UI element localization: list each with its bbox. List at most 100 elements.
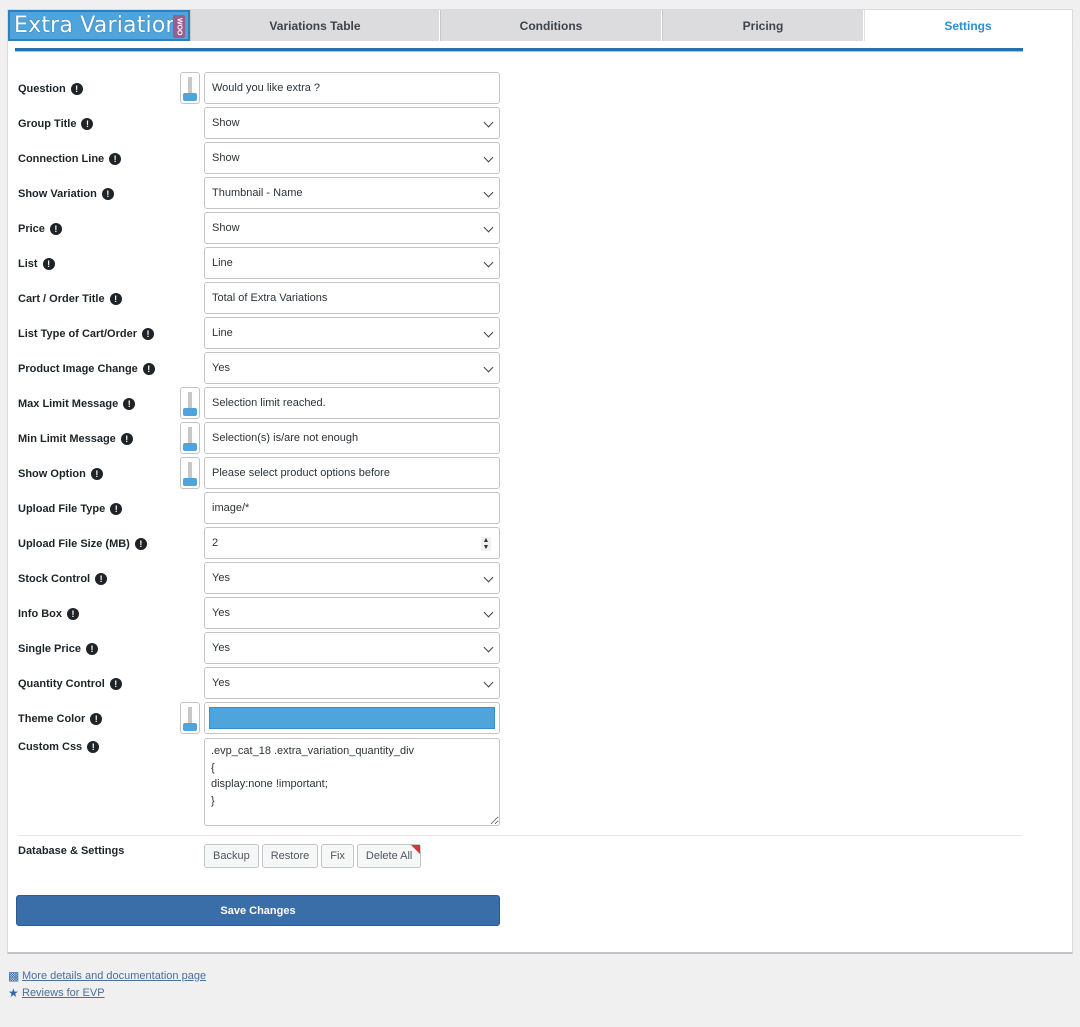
stock-control-select[interactable]: Yes bbox=[204, 562, 500, 594]
info-icon[interactable]: ! bbox=[110, 502, 123, 515]
chevron-down-icon bbox=[483, 152, 494, 163]
slider-knob[interactable] bbox=[183, 443, 197, 451]
info-icon[interactable]: ! bbox=[49, 222, 62, 235]
field-label: Group Title! bbox=[18, 107, 94, 140]
info-icon[interactable]: ! bbox=[67, 607, 79, 620]
show-variation-select[interactable]: Thumbnail - Name bbox=[204, 177, 500, 209]
min-limit-message-input[interactable]: Selection(s) is/are not enough bbox=[204, 422, 500, 454]
visibility-slider-toggle[interactable] bbox=[180, 702, 200, 734]
field-label: Theme Color! bbox=[18, 702, 103, 735]
info-icon[interactable]: ! bbox=[123, 397, 136, 410]
logo-text: Extra Variation bbox=[14, 12, 180, 38]
slider-knob[interactable] bbox=[183, 478, 197, 486]
color-swatch[interactable] bbox=[209, 707, 495, 729]
field-value: Total of Extra Variations bbox=[212, 292, 328, 304]
chevron-down-icon bbox=[483, 642, 494, 653]
field-label: Connection Line! bbox=[18, 142, 122, 175]
info-icon[interactable]: ! bbox=[87, 741, 100, 753]
tab-bar: Extra Variation WOO Variations Table Con… bbox=[8, 10, 1074, 41]
field-value: Yes bbox=[212, 677, 230, 689]
info-box-select[interactable]: Yes bbox=[204, 597, 500, 629]
chevron-down-icon bbox=[483, 257, 494, 268]
field-value: Please select product options before bbox=[212, 467, 390, 479]
fix-button[interactable]: Fix bbox=[321, 844, 354, 868]
footer-links: ▩ More details and documentation page ★ … bbox=[8, 968, 206, 1002]
info-icon[interactable]: ! bbox=[81, 117, 94, 130]
chevron-down-icon bbox=[483, 572, 494, 583]
info-icon[interactable]: ! bbox=[109, 677, 122, 690]
field-label: List! bbox=[18, 247, 55, 280]
field-value: image/* bbox=[212, 502, 250, 514]
backup-button[interactable]: Backup bbox=[204, 844, 259, 868]
visibility-slider-toggle[interactable] bbox=[180, 72, 200, 104]
question-input[interactable]: Would you like extra ? bbox=[204, 72, 500, 104]
logo: Extra Variation WOO bbox=[8, 10, 190, 41]
min-limit-message-label: Min Limit Message bbox=[18, 432, 116, 445]
group-title-select[interactable]: Show bbox=[204, 107, 500, 139]
quantity-control-select[interactable]: Yes bbox=[204, 667, 500, 699]
theme-color-picker[interactable] bbox=[204, 702, 500, 734]
slider-knob[interactable] bbox=[183, 93, 197, 101]
slider-knob[interactable] bbox=[183, 723, 197, 731]
number-spinner-icon[interactable]: ▲ ▼ bbox=[481, 537, 491, 551]
field-label: Single Price! bbox=[18, 632, 98, 665]
upload-file-size-mb-input[interactable]: 2 ▲ ▼ bbox=[204, 527, 500, 559]
connection-line-select[interactable]: Show bbox=[204, 142, 500, 174]
tab-conditions[interactable]: Conditions bbox=[440, 10, 662, 41]
field-value: Show bbox=[212, 152, 240, 164]
show-option-input[interactable]: Please select product options before bbox=[204, 457, 500, 489]
info-icon[interactable]: ! bbox=[142, 362, 155, 375]
single-price-select[interactable]: Yes bbox=[204, 632, 500, 664]
visibility-slider-toggle[interactable] bbox=[180, 387, 200, 419]
info-icon[interactable]: ! bbox=[141, 327, 154, 340]
delete-all-button[interactable]: Delete All bbox=[356, 844, 422, 868]
info-icon[interactable]: ! bbox=[134, 537, 147, 550]
reviews-link[interactable]: Reviews for EVP bbox=[22, 985, 105, 1002]
field-value: Yes bbox=[212, 572, 230, 584]
tab-underline bbox=[15, 48, 1023, 52]
upload-file-type-input[interactable]: image/* bbox=[204, 492, 500, 524]
restore-button[interactable]: Restore bbox=[261, 844, 319, 868]
info-icon[interactable]: ! bbox=[101, 187, 114, 200]
documentation-link[interactable]: More details and documentation page bbox=[22, 968, 206, 985]
save-changes-button[interactable]: Save Changes bbox=[16, 895, 500, 926]
setting-row-min-limit-message: Min Limit Message! Selection(s) is/are no… bbox=[18, 422, 518, 455]
cart-order-title-input[interactable]: Total of Extra Variations bbox=[204, 282, 500, 314]
max-limit-message-input[interactable]: Selection limit reached. bbox=[204, 387, 500, 419]
chevron-down-icon bbox=[483, 607, 494, 618]
product-image-change-select[interactable]: Yes bbox=[204, 352, 500, 384]
field-value: Show bbox=[212, 222, 240, 234]
list-select[interactable]: Line bbox=[204, 247, 500, 279]
info-icon[interactable]: ! bbox=[42, 257, 55, 270]
visibility-slider-toggle[interactable] bbox=[180, 422, 200, 454]
group-title-label: Group Title bbox=[18, 117, 77, 130]
info-icon[interactable]: ! bbox=[109, 152, 122, 165]
price-select[interactable]: Show bbox=[204, 212, 500, 244]
slider-knob[interactable] bbox=[183, 408, 197, 416]
list-type-of-cart-order-select[interactable]: Line bbox=[204, 317, 500, 349]
field-label: Show Variation! bbox=[18, 177, 114, 210]
visibility-slider-toggle[interactable] bbox=[180, 457, 200, 489]
custom-css-textarea[interactable]: .evp_cat_18 .extra_variation_quantity_di… bbox=[204, 738, 500, 826]
field-value: Yes bbox=[212, 362, 230, 374]
list-label: List bbox=[18, 257, 38, 270]
info-icon[interactable]: ! bbox=[70, 82, 83, 95]
info-icon[interactable]: ! bbox=[85, 642, 98, 655]
reviews-link-row: ★ Reviews for EVP bbox=[8, 985, 206, 1002]
info-icon[interactable]: ! bbox=[109, 292, 122, 305]
upload-file-type-label: Upload File Type bbox=[18, 502, 106, 515]
field-label: Custom Css ! bbox=[18, 738, 100, 756]
setting-row-stock-control: Stock Control! Yes bbox=[18, 562, 518, 595]
tab-settings[interactable]: Settings bbox=[864, 10, 1072, 41]
setting-row-theme-color: Theme Color! bbox=[18, 702, 518, 735]
info-icon[interactable]: ! bbox=[90, 712, 103, 725]
chevron-down-icon bbox=[483, 327, 494, 338]
tab-variations-table[interactable]: Variations Table bbox=[190, 10, 440, 41]
setting-row-connection-line: Connection Line! Show bbox=[18, 142, 518, 175]
chevron-down-icon bbox=[483, 187, 494, 198]
info-icon[interactable]: ! bbox=[95, 572, 108, 585]
tab-pricing[interactable]: Pricing bbox=[662, 10, 864, 41]
info-icon[interactable]: ! bbox=[120, 432, 133, 445]
field-value: Selection(s) is/are not enough bbox=[212, 432, 359, 444]
info-icon[interactable]: ! bbox=[90, 467, 103, 480]
